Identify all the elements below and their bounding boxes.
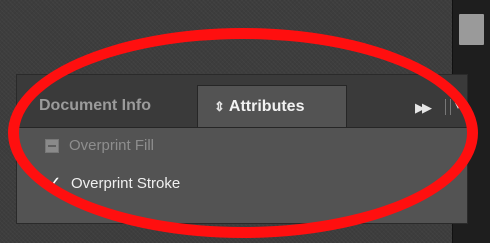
overprint-fill-checkbox — [45, 138, 59, 153]
tab-attributes-label: Attributes — [228, 97, 305, 115]
overprint-fill-label: Overprint Fill — [69, 137, 155, 154]
tab-attributes[interactable]: ⇕ Attributes — [197, 85, 347, 127]
panel-grip-divider — [445, 99, 451, 115]
panel-menu-icon[interactable]: ▾≡ — [455, 98, 468, 112]
overprint-stroke-option[interactable]: ✓ Overprint Stroke — [45, 173, 180, 193]
fast-forward-icon[interactable]: ▶▶ — [415, 100, 432, 116]
up-down-arrows-icon: ⇕ — [214, 98, 225, 114]
tab-document-info-label: Document Info — [39, 97, 151, 114]
overprint-stroke-label[interactable]: Overprint Stroke — [71, 175, 180, 192]
overprint-fill-option: Overprint Fill — [45, 137, 154, 154]
canvas-area — [0, 0, 452, 74]
scrollbar-thumb[interactable] — [459, 14, 484, 45]
panel-tab-bar: Document Info ⇕ Attributes ▶▶ ▾≡ — [17, 75, 468, 128]
tab-document-info[interactable]: Document Info — [39, 85, 209, 127]
attributes-panel: Document Info ⇕ Attributes ▶▶ ▾≡ Overpri… — [16, 74, 468, 224]
overprint-stroke-checkbox[interactable]: ✓ — [45, 173, 63, 193]
